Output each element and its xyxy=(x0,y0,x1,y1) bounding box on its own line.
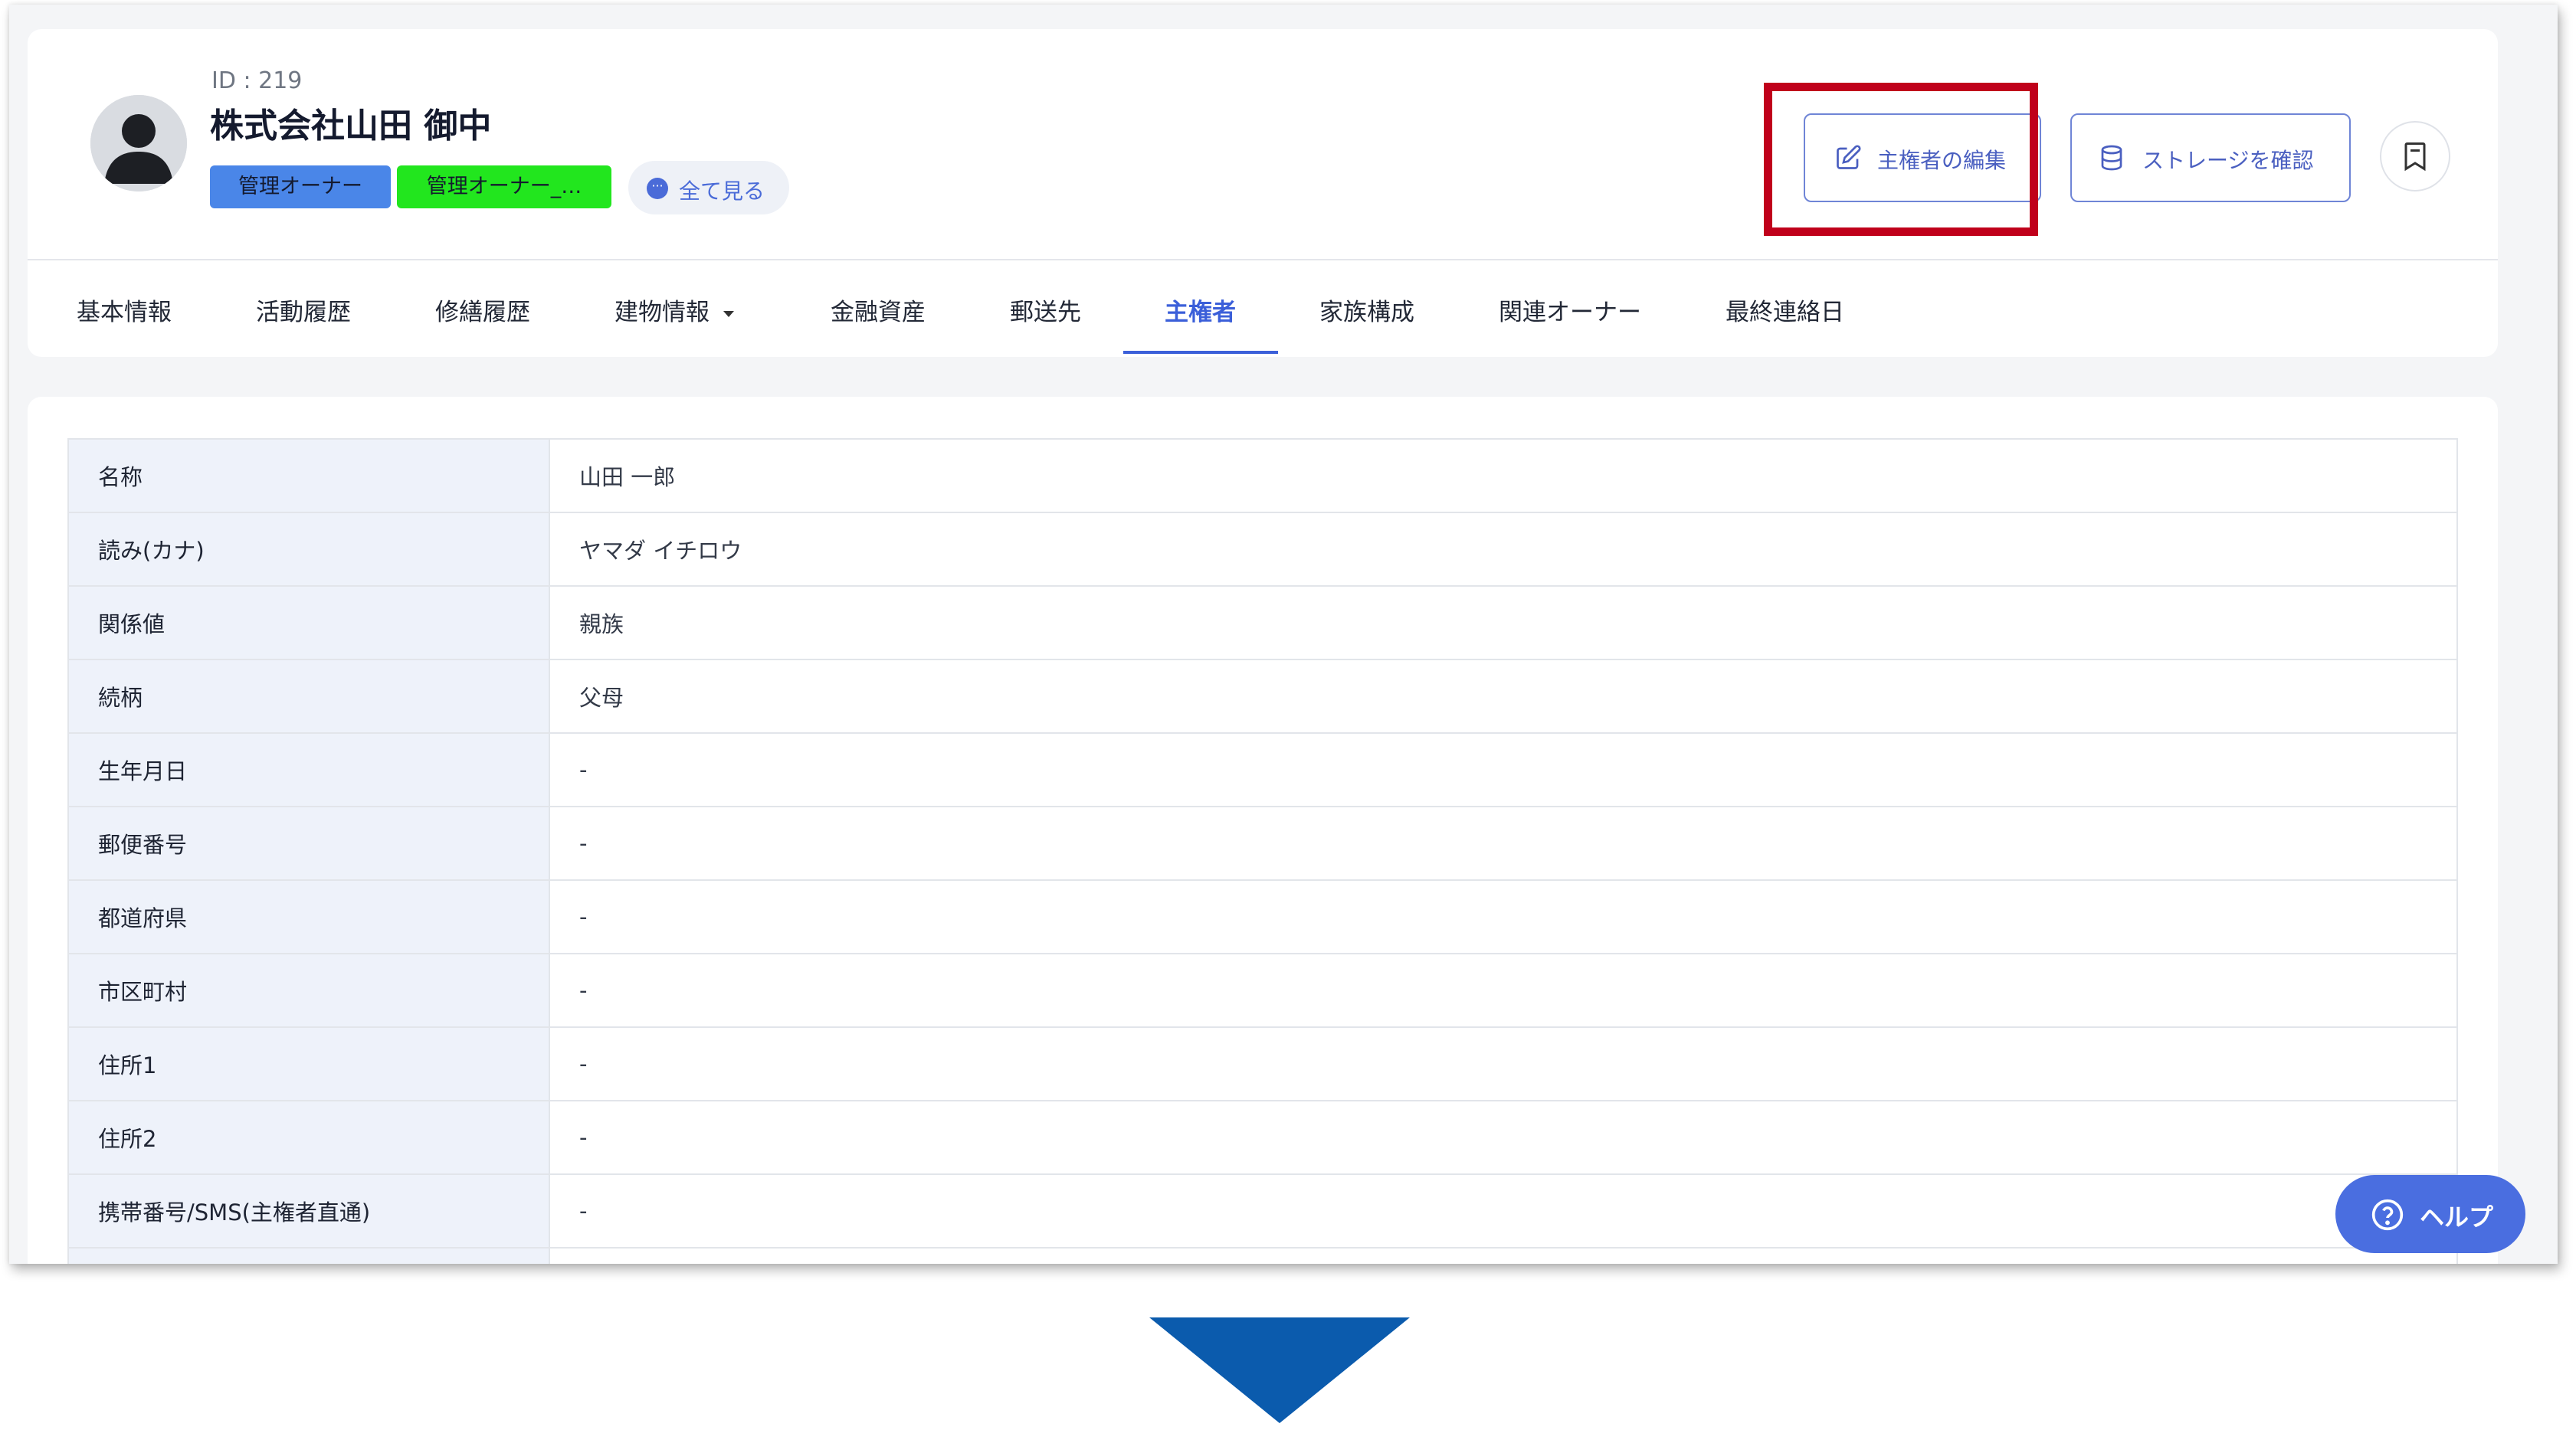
field-label: 市区町村 xyxy=(67,953,550,1028)
tab-building-info-label: 建物情報 xyxy=(615,299,710,326)
edit-owner-button[interactable]: 主権者の編集 xyxy=(1804,113,2041,202)
view-all-tags-button[interactable]: ··· 全て見る xyxy=(628,161,789,214)
field-value: 山田 一郎 xyxy=(549,438,2458,513)
down-arrow-icon xyxy=(1149,1317,1410,1423)
field-value: 父母 xyxy=(549,659,2458,734)
bookmark-button[interactable] xyxy=(2380,121,2450,191)
field-label: 都道府県 xyxy=(67,879,550,954)
owner-header-card: ID : 219 株式会社山田 御中 管理オーナー 管理オーナー_… ··· 全… xyxy=(28,29,2498,357)
edit-icon xyxy=(1837,145,1861,169)
company-name: 株式会社山田 御中 xyxy=(210,106,492,146)
app-screenshot: ID : 219 株式会社山田 御中 管理オーナー 管理オーナー_… ··· 全… xyxy=(9,5,2558,1264)
field-value: - xyxy=(549,953,2458,1028)
more-dots-icon: ··· xyxy=(647,178,668,199)
help-label: ヘルプ xyxy=(2420,1203,2494,1232)
table-row xyxy=(67,1247,2458,1264)
field-label: 住所2 xyxy=(67,1100,550,1175)
active-tab-underline xyxy=(1123,351,1278,354)
tab-repair-history[interactable]: 修繕履歴 xyxy=(435,293,530,327)
table-row: 郵便番号 - xyxy=(67,806,2458,881)
field-label: 名称 xyxy=(67,438,550,513)
user-avatar-icon xyxy=(90,95,187,191)
field-value: 親族 xyxy=(549,585,2458,660)
table-row: 市区町村 - xyxy=(67,953,2458,1028)
table-row: 携帯番号/SMS(主権者直通) - xyxy=(67,1173,2458,1249)
owner-id-label: ID : 219 xyxy=(211,67,303,94)
field-value: - xyxy=(549,1173,2458,1249)
table-row: 続柄 父母 xyxy=(67,659,2458,734)
tab-owner-principal[interactable]: 主権者 xyxy=(1165,293,1236,327)
table-row: 住所2- xyxy=(67,1100,2458,1175)
tab-financial-assets[interactable]: 金融資産 xyxy=(831,293,926,327)
tab-mailing-address[interactable]: 郵送先 xyxy=(1010,293,1081,327)
table-row: 読み(カナ) ヤマダ イチロウ xyxy=(67,512,2458,587)
field-label: 携帯番号/SMS(主権者直通) xyxy=(67,1173,550,1249)
table-row: 都道府県 - xyxy=(67,879,2458,954)
table-row: 関係値 親族 xyxy=(67,585,2458,660)
field-value: ヤマダ イチロウ xyxy=(549,512,2458,587)
owner-detail-table: 名称 山田 一郎 読み(カナ) ヤマダ イチロウ 関係値 親族 続柄 父母 生年月日 - … xyxy=(67,438,2458,1264)
database-icon xyxy=(2101,145,2122,171)
edit-owner-label: 主権者の編集 xyxy=(1877,148,2007,173)
field-label: 生年月日 xyxy=(67,732,550,807)
owner-tag-management: 管理オーナー xyxy=(210,165,391,208)
tab-basic-info[interactable]: 基本情報 xyxy=(77,293,172,327)
field-label: 郵便番号 xyxy=(67,806,550,881)
field-label: 関係値 xyxy=(67,585,550,660)
owner-detail-card: 名称 山田 一郎 読み(カナ) ヤマダ イチロウ 関係値 親族 続柄 父母 生年月日 - … xyxy=(28,397,2498,1264)
caret-down-icon xyxy=(723,310,734,317)
field-value: - xyxy=(549,879,2458,954)
bookmark-icon xyxy=(2404,142,2426,172)
field-label: 読み(カナ) xyxy=(67,512,550,587)
field-label: 住所1 xyxy=(67,1026,550,1101)
help-button[interactable]: ヘルプ xyxy=(2335,1175,2525,1253)
field-value: - xyxy=(549,1026,2458,1101)
view-storage-label: ストレージを確認 xyxy=(2142,148,2314,173)
header-divider xyxy=(28,259,2498,260)
tab-building-info[interactable]: 建物情報 xyxy=(615,293,734,327)
tab-last-contact[interactable]: 最終連絡日 xyxy=(1726,293,1844,327)
tab-related-owners[interactable]: 関連オーナー xyxy=(1499,293,1641,327)
view-storage-button[interactable]: ストレージを確認 xyxy=(2070,113,2351,202)
avatar xyxy=(90,95,187,191)
tab-activity-history[interactable]: 活動履歴 xyxy=(256,293,351,327)
table-row: 住所1- xyxy=(67,1026,2458,1101)
field-value: - xyxy=(549,806,2458,881)
tab-family[interactable]: 家族構成 xyxy=(1319,293,1414,327)
table-row: 生年月日 - xyxy=(67,732,2458,807)
table-row: 名称 山田 一郎 xyxy=(67,438,2458,513)
field-value: - xyxy=(549,1100,2458,1175)
view-all-label: 全て見る xyxy=(679,178,765,204)
owner-tag-management-2: 管理オーナー_… xyxy=(397,165,611,208)
question-circle-icon xyxy=(2371,1199,2404,1231)
field-label: 続柄 xyxy=(67,659,550,734)
field-value: - xyxy=(549,732,2458,807)
